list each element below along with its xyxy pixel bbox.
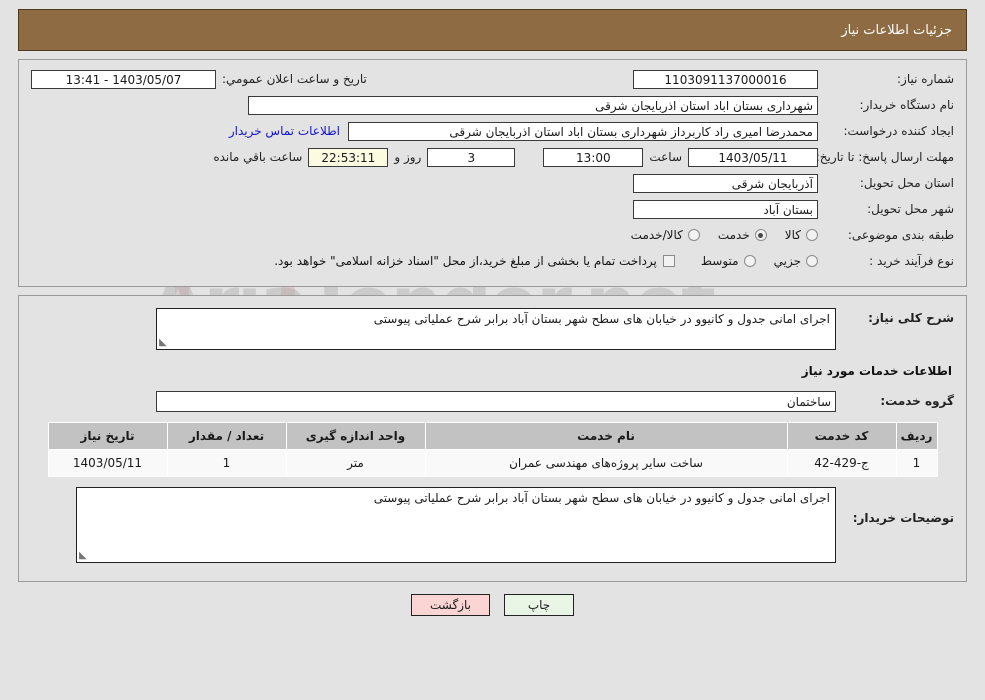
delivery-city-value: بستان آباد: [633, 199, 818, 219]
buyer-contact-link[interactable]: اطلاعات تماس خریدار: [221, 124, 348, 138]
general-description-label: شرح کلی نیاز:: [868, 311, 954, 325]
subject-category-radio-group: کالا خدمت کالا/خدمت: [613, 228, 818, 242]
row-purchase-process: نوع فرآیند خرید : جزیي متوسط پرداخت تمام…: [31, 250, 954, 272]
row-general-description: شرح کلی نیاز: اجرای امانی جدول و کانیوو …: [31, 308, 954, 350]
radio-icon-kala-khedmat[interactable]: [687, 229, 700, 241]
cell-service-name: ساخت سایر پروژه‌های مهندسی عمران: [424, 449, 788, 477]
general-description-textarea[interactable]: اجرای امانی جدول و کانیوو در خیابان های …: [156, 308, 836, 350]
service-group-value: ساختمان: [156, 390, 836, 412]
resize-grip-icon[interactable]: ◢: [159, 337, 169, 348]
radio-label-kala-khedmat: کالا/خدمت: [630, 228, 683, 242]
subject-category-label: طبقه بندی موضوعی:: [847, 228, 954, 242]
deadline-hour-label: ساعت: [649, 150, 682, 164]
request-creator-label: ایجاد کننده درخواست:: [843, 124, 954, 138]
cell-unit: متر: [285, 449, 426, 477]
footer-button-bar: چاپ بازگشت: [0, 594, 985, 616]
deadline-date-value: 1403/05/11: [688, 147, 818, 167]
col-service-name: نام خدمت: [424, 422, 788, 450]
services-section-title: اطلاعات خدمات مورد نیاز: [801, 364, 952, 378]
page-title: جزئیات اطلاعات نیاز: [841, 22, 952, 38]
print-button[interactable]: چاپ: [504, 594, 574, 616]
resize-grip-icon-notes[interactable]: ◢: [79, 550, 89, 561]
delivery-city-label: شهر محل تحویل:: [867, 202, 954, 216]
announce-datetime-value: 1403/05/07 - 13:41: [31, 69, 216, 89]
need-summary-panel: شماره نیاز: 1103091137000016 تاریخ و ساع…: [18, 59, 967, 287]
col-row: ردیف: [895, 422, 938, 450]
row-subject-category: طبقه بندی موضوعی: کالا خدمت کالا/خدمت: [31, 224, 954, 246]
page-title-bar: جزئیات اطلاعات نیاز: [18, 9, 967, 51]
buyer-notes-textarea[interactable]: اجرای امانی جدول و کانیوو در خیابان های …: [76, 487, 836, 563]
remaining-days-value: 3: [427, 147, 516, 167]
radio-process-jozii[interactable]: جزیي: [774, 254, 818, 268]
deadline-time-value: 13:00: [543, 147, 644, 167]
cell-service-code: ج-429-42: [786, 449, 897, 477]
buyer-org-label: نام دستگاه خریدار:: [859, 98, 955, 112]
purchase-process-label: نوع فرآیند خرید :: [869, 254, 954, 268]
row-delivery-province: استان محل تحویل: آذربایجان شرقی: [31, 172, 954, 194]
row-need-number: شماره نیاز: 1103091137000016 تاریخ و ساع…: [31, 68, 954, 90]
radio-icon-jozii[interactable]: [806, 255, 818, 267]
col-quantity: تعداد / مقدار: [166, 422, 287, 450]
buyer-notes-value: اجرای امانی جدول و کانیوو در خیابان های …: [373, 491, 830, 505]
row-request-creator: ایجاد کننده درخواست: محمدرضا امیری راد ک…: [31, 120, 954, 142]
need-number-label: شماره نیاز:: [897, 72, 954, 86]
col-unit: واحد اندازه گیری: [285, 422, 426, 450]
radio-icon-khedmat[interactable]: [754, 229, 767, 241]
row-buyer-org: نام دستگاه خریدار: شهرداری بستان اباد اس…: [31, 94, 954, 116]
table-row: 1 ج-429-42 ساخت سایر پروژه‌های مهندسی عم…: [47, 449, 938, 477]
page-root: جزئیات اطلاعات نیاز شماره نیاز: 11030911…: [0, 9, 985, 616]
purchase-process-radio-group: جزیي متوسط: [683, 254, 818, 268]
buyer-org-value: شهرداری بستان اباد استان اذربایجان شرقی: [248, 95, 818, 115]
treasury-bond-note: پرداخت تمام یا بخشی از مبلغ خرید،از محل …: [274, 254, 657, 268]
radio-label-khedmat: خدمت: [717, 228, 750, 242]
service-group-label: گروه خدمت:: [880, 394, 954, 408]
row-delivery-city: شهر محل تحویل: بستان آباد: [31, 198, 954, 220]
delivery-province-value: آذربایجان شرقی: [633, 173, 818, 193]
radio-process-motevaset[interactable]: متوسط: [701, 254, 756, 268]
treasury-bond-checkbox[interactable]: [662, 255, 675, 267]
radio-category-kala-khedmat[interactable]: کالا/خدمت: [631, 228, 700, 242]
radio-category-khedmat[interactable]: خدمت: [718, 228, 767, 242]
back-button[interactable]: بازگشت: [411, 594, 490, 616]
col-service-code: کد خدمت: [786, 422, 897, 450]
request-creator-value: محمدرضا امیری راد کاربرداز شهرداری بستان…: [348, 121, 818, 141]
radio-icon-motevaset[interactable]: [743, 255, 756, 267]
remaining-days-label: روز و: [394, 150, 422, 164]
row-response-deadline: مهلت ارسال پاسخ: تا تاریخ: 1403/05/11 سا…: [31, 146, 954, 168]
response-deadline-label: مهلت ارسال پاسخ: تا تاریخ:: [815, 150, 954, 164]
cell-need-date: 1403/05/11: [47, 449, 168, 477]
services-table: ردیف کد خدمت نام خدمت واحد اندازه گیری ت…: [47, 422, 938, 477]
radio-category-kala[interactable]: کالا: [785, 228, 818, 242]
remaining-hours-label: ساعت باقي مانده: [213, 150, 303, 164]
radio-label-jozii: جزیي: [773, 254, 801, 268]
cell-row: 1: [895, 449, 938, 477]
need-details-panel: شرح کلی نیاز: اجرای امانی جدول و کانیوو …: [18, 295, 967, 582]
buyer-notes-label: توضیحات خریدار:: [852, 511, 954, 525]
radio-label-kala: کالا: [784, 228, 801, 242]
announce-datetime-label: تاریخ و ساعت اعلان عمومي:: [222, 72, 367, 86]
col-need-date: تاریخ نیاز: [47, 422, 168, 450]
radio-icon-kala[interactable]: [806, 229, 818, 241]
need-number-value: 1103091137000016: [633, 69, 818, 89]
row-service-group: گروه خدمت: ساختمان: [31, 390, 954, 412]
cell-quantity: 1: [166, 449, 287, 477]
row-buyer-notes: توضیحات خریدار: اجرای امانی جدول و کانیو…: [31, 487, 954, 563]
radio-label-motevaset: متوسط: [700, 254, 739, 268]
countdown-timer-value: 22:53:11: [308, 147, 389, 167]
table-header-row: ردیف کد خدمت نام خدمت واحد اندازه گیری ت…: [47, 422, 938, 450]
delivery-province-label: استان محل تحویل:: [859, 176, 954, 190]
general-description-value: اجرای امانی جدول و کانیوو در خیابان های …: [373, 312, 830, 326]
